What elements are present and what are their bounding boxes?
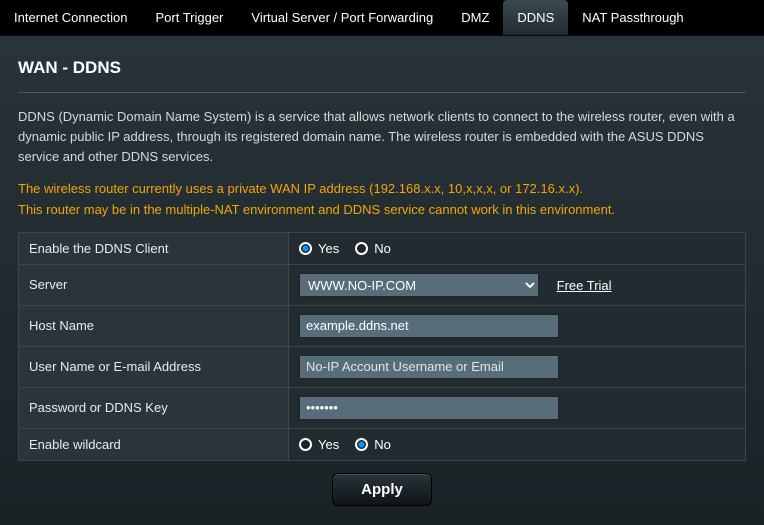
host-name-label: Host Name <box>19 305 289 346</box>
host-name-input[interactable] <box>299 314 559 338</box>
apply-button[interactable]: Apply <box>332 473 432 506</box>
tab-virtual-server[interactable]: Virtual Server / Port Forwarding <box>237 0 447 35</box>
enable-client-label: Enable the DDNS Client <box>19 232 289 264</box>
enable-client-no-label[interactable]: No <box>374 241 391 256</box>
password-input[interactable] <box>299 396 559 420</box>
tab-bar: Internet Connection Port Trigger Virtual… <box>0 0 764 35</box>
page-title: WAN - DDNS <box>18 58 746 78</box>
page-content: WAN - DDNS DDNS (Dynamic Domain Name Sys… <box>0 35 764 525</box>
username-label: User Name or E-mail Address <box>19 346 289 387</box>
password-label: Password or DDNS Key <box>19 387 289 428</box>
tab-internet-connection[interactable]: Internet Connection <box>0 0 141 35</box>
tab-nat-passthrough[interactable]: NAT Passthrough <box>568 0 697 35</box>
warning-text: The wireless router currently uses a pri… <box>18 179 746 219</box>
tab-port-trigger[interactable]: Port Trigger <box>141 0 237 35</box>
settings-table: Enable the DDNS Client Yes No Server WWW… <box>18 232 746 461</box>
wildcard-no-radio[interactable] <box>355 438 368 451</box>
enable-client-yes-label[interactable]: Yes <box>318 241 339 256</box>
free-trial-link[interactable]: Free Trial <box>557 278 612 293</box>
warning-line-2: This router may be in the multiple-NAT e… <box>18 200 746 220</box>
divider <box>18 92 746 93</box>
enable-client-no-radio[interactable] <box>355 242 368 255</box>
wildcard-yes-radio[interactable] <box>299 438 312 451</box>
enable-client-yes-radio[interactable] <box>299 242 312 255</box>
warning-line-1: The wireless router currently uses a pri… <box>18 179 746 199</box>
username-input[interactable] <box>299 355 559 379</box>
description-text: DDNS (Dynamic Domain Name System) is a s… <box>18 107 746 167</box>
server-select[interactable]: WWW.NO-IP.COM <box>299 273 539 297</box>
wildcard-label: Enable wildcard <box>19 428 289 460</box>
tab-dmz[interactable]: DMZ <box>447 0 503 35</box>
server-label: Server <box>19 264 289 305</box>
wildcard-no-label[interactable]: No <box>374 437 391 452</box>
wildcard-yes-label[interactable]: Yes <box>318 437 339 452</box>
tab-ddns[interactable]: DDNS <box>503 0 568 35</box>
